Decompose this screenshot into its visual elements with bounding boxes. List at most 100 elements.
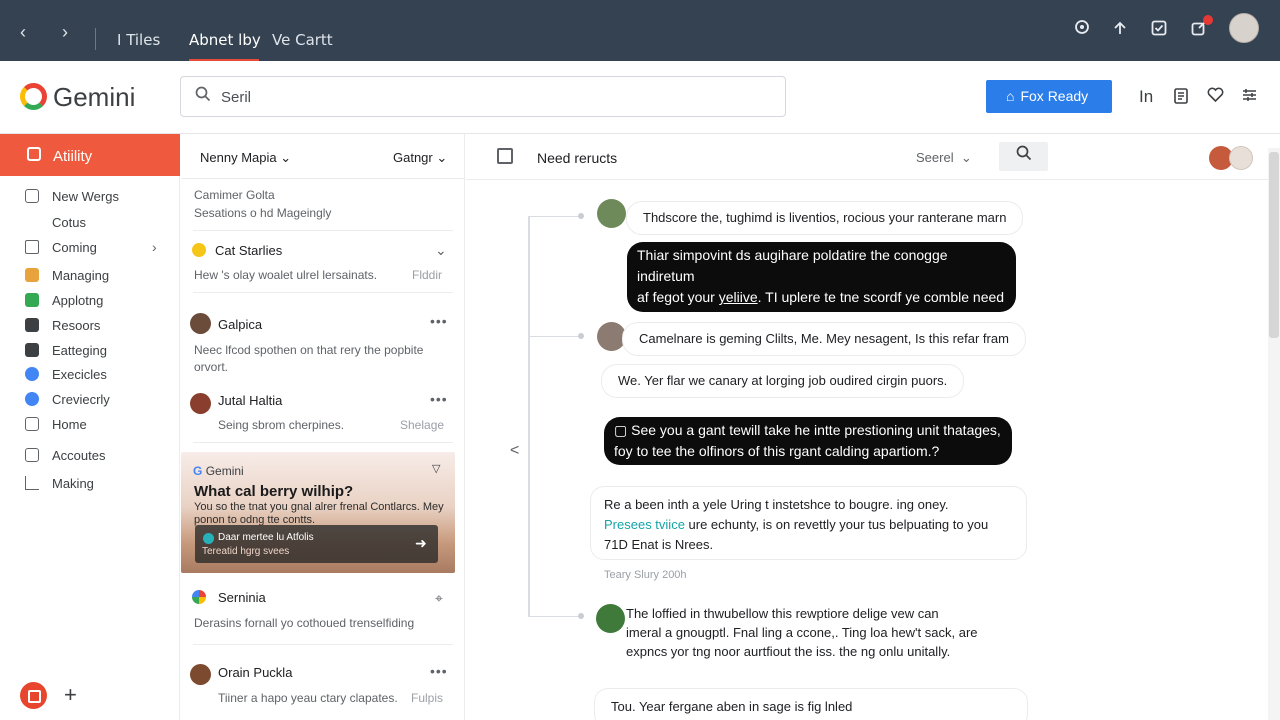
list-item-title[interactable]: Cat Starlies [215, 243, 282, 258]
fox-ready-button[interactable]: ⌂ Fox Ready [986, 80, 1112, 113]
sidebar-item-label: Accoutes [52, 448, 106, 463]
sidebar-item-atiility[interactable]: Atiility [0, 134, 180, 176]
forward-arrow-icon[interactable]: › [62, 22, 68, 43]
thread-branch [528, 216, 578, 217]
document-icon[interactable] [1173, 87, 1189, 110]
google-g-logo-icon [20, 83, 47, 110]
chevron-right-icon[interactable]: › [152, 239, 157, 255]
search-button[interactable] [999, 142, 1048, 171]
message-text: Camelnare is geming Clilts, Me. Mey nesa… [639, 331, 1009, 346]
conversation-title: Need reructs [537, 150, 618, 166]
sidebar-item-coming[interactable]: Coming › [0, 237, 180, 259]
mail-icon [25, 448, 39, 462]
add-icon[interactable]: + [64, 682, 77, 708]
message-bubble[interactable]: Camelnare is geming Clilts, Me. Mey nesa… [622, 322, 1026, 356]
compose-fab-button[interactable] [20, 682, 47, 709]
tab-3[interactable]: Ve Cartt [272, 31, 333, 49]
chevron-down-icon: ⌄ [436, 150, 448, 165]
gemini-promo-card[interactable]: G Gemini ▽ What cal berry wilhip? You so… [181, 452, 455, 573]
in-label[interactable]: In [1139, 87, 1153, 107]
sliders-icon[interactable] [1241, 87, 1258, 108]
check-box-icon[interactable] [1148, 19, 1170, 41]
more-options-icon[interactable]: ••• [430, 663, 448, 679]
sidebar-item-managing[interactable]: Managing [0, 265, 180, 287]
list-item-title[interactable]: Serninia [218, 590, 266, 605]
card-body: You so the tnat you gnal alrer frenal Co… [194, 501, 444, 526]
message-line: The loffied in thwubellow this rewptiore… [626, 606, 939, 621]
list-item-title[interactable]: Galpica [218, 317, 262, 332]
message-bubble[interactable]: Thdscore the, tughimd is liventios, roci… [626, 201, 1024, 235]
message-bubble-highlighted[interactable]: ▢ See you a gant tewill take he intte pr… [604, 417, 1012, 465]
sidebar-item-eatteging[interactable]: Eatteging [0, 340, 180, 362]
list-item-title[interactable]: Orain Puckla [218, 665, 292, 680]
sidebar-item-new-wergs[interactable]: New Wergs [0, 186, 180, 208]
sidebar-item-making[interactable]: Making [0, 473, 180, 495]
sidebar-item-cotus[interactable]: Cotus [0, 212, 180, 234]
filter-right-dropdown[interactable]: Gatngr ⌄ [393, 150, 447, 166]
card-action-bar[interactable]: Daar mertee lu Atfolis Tereatid hgrg sve… [195, 525, 438, 563]
scrollbar-thumb[interactable] [1269, 152, 1279, 338]
message-link[interactable]: Presees tviice [604, 517, 685, 532]
more-options-icon[interactable]: ••• [430, 391, 448, 407]
sidebar-item-label: Eatteging [52, 343, 107, 358]
globe-icon [25, 392, 39, 406]
list-item-title[interactable]: Camimer Golta [194, 188, 275, 202]
sidebar-item-applotng[interactable]: Applotng [0, 290, 180, 312]
message-line: expncs yor tng noor aurtfiout the iss. t… [626, 644, 951, 659]
home-icon [25, 417, 39, 431]
message-text: Thdscore the, tughimd is liventios, roci… [643, 210, 1007, 225]
account-avatar[interactable] [1229, 13, 1259, 43]
calendar-icon[interactable] [497, 148, 513, 164]
search-input[interactable]: Seril [221, 89, 251, 106]
list-separator [193, 442, 453, 443]
list-item-subtitle: Neec lfcod spothen on that rery the popb… [194, 343, 424, 374]
filter-left-dropdown[interactable]: Nenny Mapia ⌄ [200, 150, 291, 166]
more-options-icon[interactable]: ••• [430, 313, 448, 329]
location-pin-icon[interactable] [1071, 19, 1093, 41]
sort-dropdown[interactable]: Seerel ⌄ [916, 150, 972, 166]
sidebar-item-creviecrly[interactable]: Creviecrly [0, 389, 180, 411]
collapse-arrow-icon[interactable]: < [510, 442, 519, 460]
sidebar-item-accoutes[interactable]: Accoutes [0, 445, 180, 467]
stack-icon [25, 318, 39, 332]
search-icon [1016, 145, 1031, 161]
back-arrow-icon[interactable]: ‹ [20, 22, 26, 43]
status-dot-icon [203, 533, 214, 544]
chevron-down-icon: ⌄ [280, 150, 292, 165]
message-text: . TI uplere te tne scordf ye comble need [757, 289, 1005, 305]
arrow-right-icon[interactable]: ➜ [415, 535, 427, 552]
collapse-caret-icon[interactable]: ▽ [432, 462, 440, 475]
card-bar-line2: Tereatid hgrg svees [202, 546, 290, 557]
search-bar[interactable]: Seril [180, 76, 786, 117]
folder-icon [25, 240, 39, 254]
list-item-meta: Flddir [412, 268, 443, 282]
sidebar-item-resoors[interactable]: Resoors [0, 315, 180, 337]
chevron-down-icon[interactable]: ⌄ [435, 242, 448, 259]
search-icon [195, 86, 211, 107]
sidebar-item-execicles[interactable]: Execicles [0, 364, 180, 386]
message-bubble-highlighted[interactable]: Thiar simpovint ds augihare poldatire th… [627, 242, 1016, 326]
sidebar-item-home[interactable]: Home [0, 414, 180, 436]
message-line: ▢ See you a gant tewill take he intte pr… [614, 420, 1002, 441]
sidebar-item-label: Making [52, 476, 94, 491]
participant-avatar[interactable] [1229, 146, 1253, 170]
pin-icon[interactable]: ⌖ [435, 590, 444, 607]
tab-1[interactable]: I Tiles [117, 31, 160, 49]
message-bubble[interactable]: Tou. Year fergane aben in sage is fig ln… [594, 688, 1028, 720]
message-bubble[interactable]: Re a been inth a yele Uring t instetshce… [590, 486, 1027, 560]
tab-2[interactable]: Abnet lby [189, 31, 261, 49]
browser-toolbar: ‹ › I Tiles Abnet lby Ve Cartt [0, 0, 1280, 61]
heart-icon[interactable] [1207, 87, 1224, 108]
message-text: See you a gant tewill take he intte pres… [631, 422, 1001, 438]
message-link[interactable]: yeliive [719, 289, 758, 305]
sidebar-item-label: Atiility [53, 148, 93, 165]
message-bubble[interactable]: We. Yer flar we canary at lorging job ou… [601, 364, 965, 398]
thread-node [578, 333, 584, 339]
share-up-icon[interactable] [1109, 19, 1131, 41]
message-line: Re a been inth a yele Uring t instetshce… [604, 497, 949, 512]
card-brand-label: Gemini [205, 464, 244, 478]
message-text: We. Yer flar we canary at lorging job ou… [618, 373, 948, 388]
sheet-icon [25, 293, 39, 307]
list-item-subtitle: Sesations o hd Mageingly [194, 206, 332, 220]
list-item-title[interactable]: Jutal Haltia [218, 393, 282, 408]
